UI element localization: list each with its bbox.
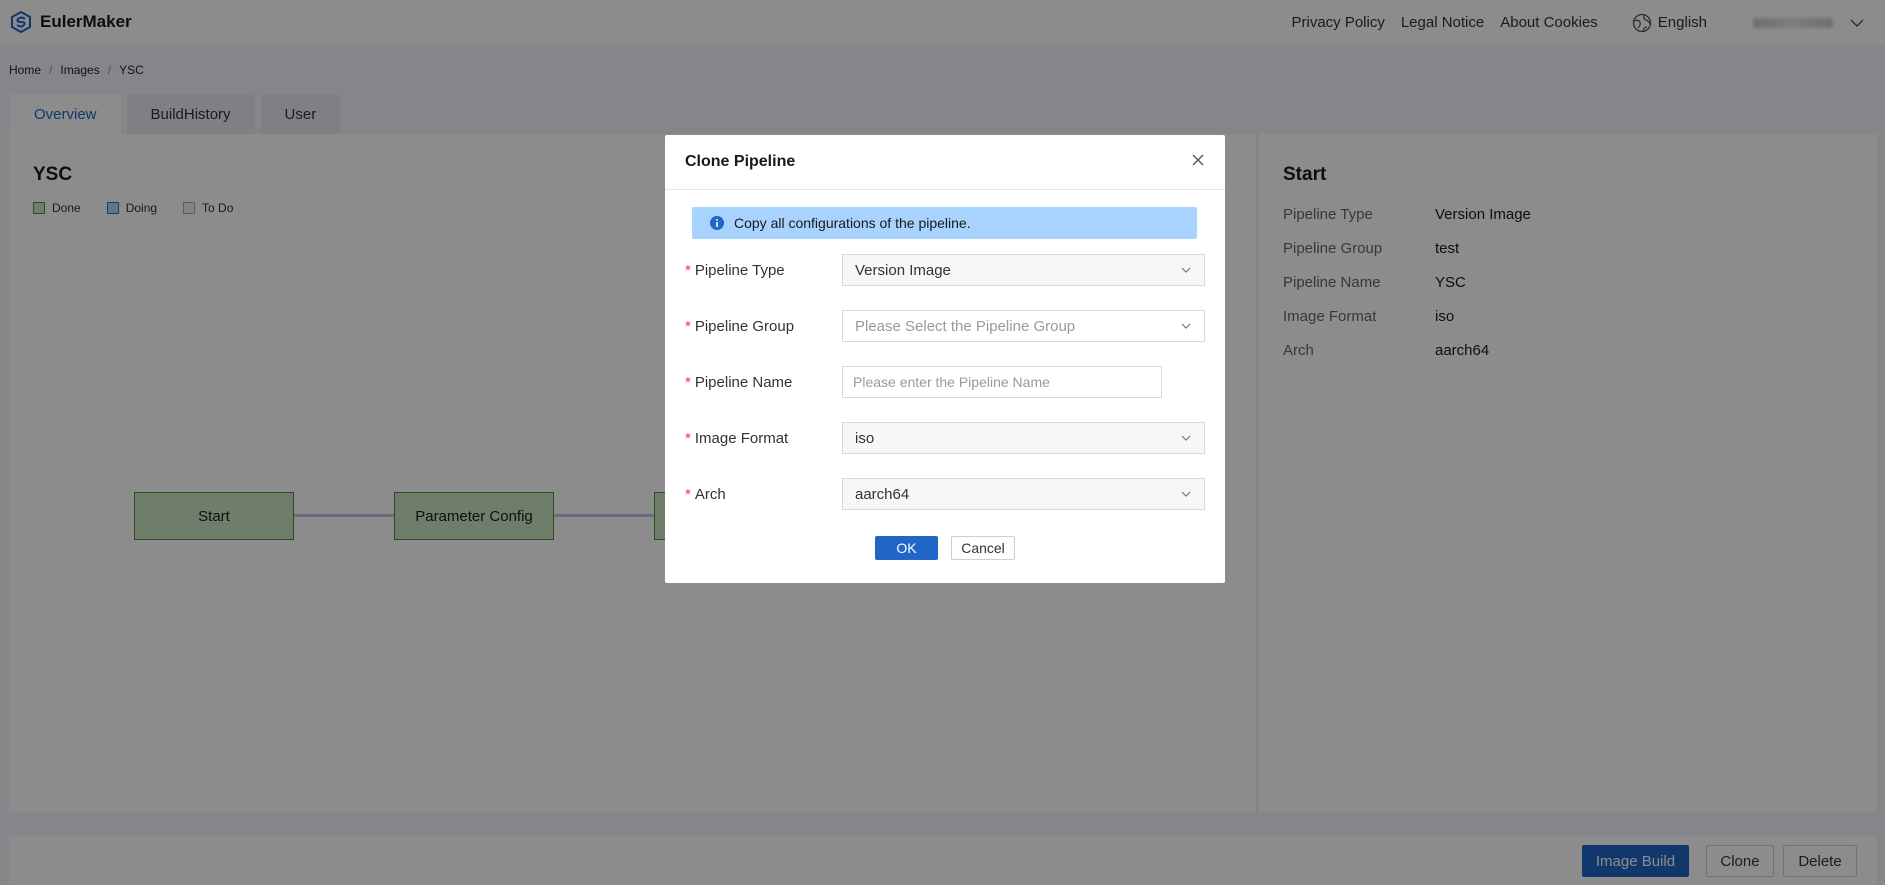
image-format-label: * Image Format (685, 429, 789, 447)
select-value: iso (855, 429, 875, 447)
arch-select[interactable]: aarch64 (842, 478, 1205, 510)
close-icon[interactable] (1191, 153, 1205, 167)
pipeline-type-label: * Pipeline Type (685, 261, 785, 279)
select-placeholder: Please Select the Pipeline Group (855, 317, 1076, 335)
select-value: Version Image (855, 261, 951, 279)
chevron-down-icon (1181, 267, 1191, 273)
chevron-down-icon (1181, 323, 1191, 329)
form-row-pipeline-group: * Pipeline Group Please Select the Pipeli… (685, 310, 1210, 342)
pipeline-name-label: * Pipeline Name (685, 373, 793, 391)
form-row-pipeline-type: * Pipeline Type Version Image (685, 254, 1210, 286)
dialog-header: Clone Pipeline (665, 135, 1225, 190)
pipeline-name-input[interactable] (842, 366, 1162, 398)
dialog-title: Clone Pipeline (685, 153, 796, 170)
select-value: aarch64 (855, 485, 910, 503)
clone-pipeline-dialog: Clone Pipeline Copy all configurations o… (665, 135, 1225, 583)
pipeline-group-label: * Pipeline Group (685, 317, 795, 335)
form-row-arch: * Arch aarch64 (685, 478, 1210, 510)
arch-label: * Arch (685, 485, 726, 503)
cancel-button[interactable]: Cancel (951, 536, 1015, 560)
pipeline-type-select[interactable]: Version Image (842, 254, 1205, 286)
image-format-select[interactable]: iso (842, 422, 1205, 454)
info-alert: Copy all configurations of the pipeline. (692, 207, 1197, 239)
pipeline-group-select[interactable]: Please Select the Pipeline Group (842, 310, 1205, 342)
info-icon (710, 216, 724, 230)
chevron-down-icon (1181, 435, 1191, 441)
chevron-down-icon (1181, 491, 1191, 497)
form-row-pipeline-name: * Pipeline Name (685, 366, 1210, 398)
form-row-image-format: * Image Format iso (685, 422, 1210, 454)
ok-button[interactable]: OK (875, 536, 938, 560)
info-text: Copy all configurations of the pipeline. (734, 215, 971, 231)
